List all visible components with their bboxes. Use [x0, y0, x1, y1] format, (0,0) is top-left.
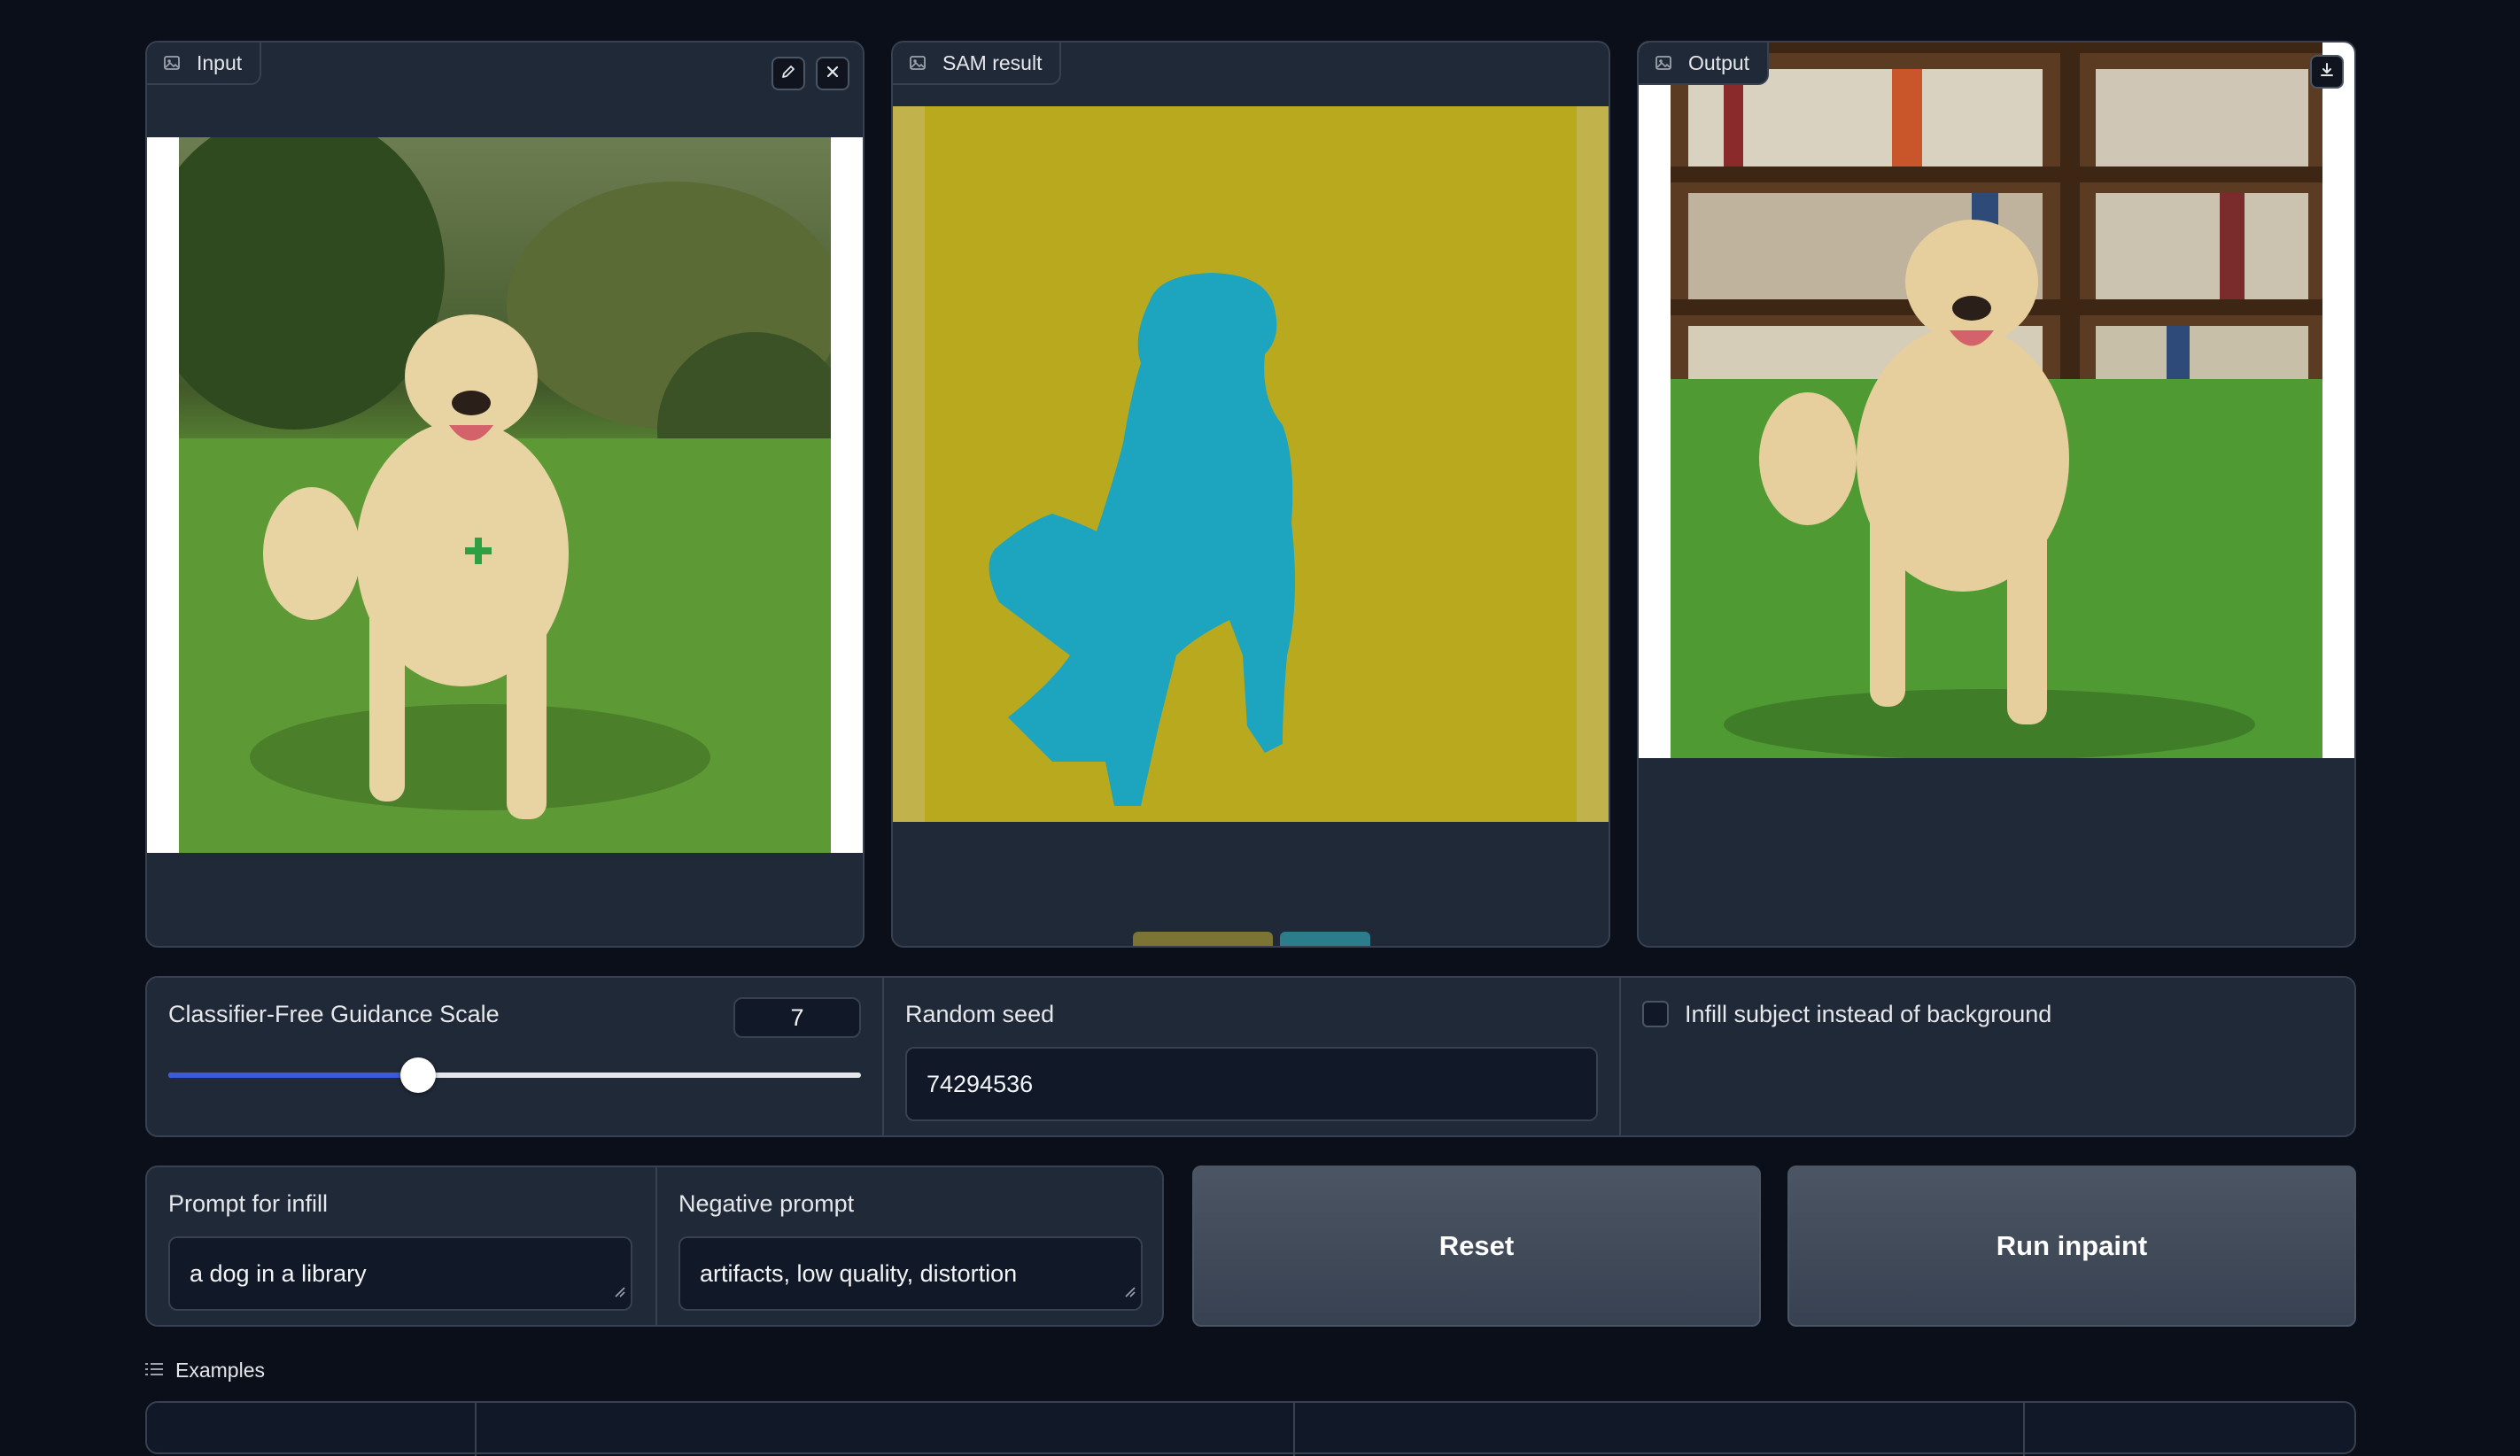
- list-icon: [145, 1359, 165, 1382]
- reset-button[interactable]: Reset: [1192, 1166, 1761, 1327]
- prompt-label: Prompt for infill: [168, 1190, 329, 1217]
- output-label: Output: [1688, 50, 1750, 74]
- resize-handle-icon[interactable]: [1123, 1276, 1136, 1304]
- resize-handle-icon[interactable]: [613, 1276, 625, 1304]
- sam-label: SAM result: [942, 50, 1043, 74]
- output-label-tab: Output: [1639, 43, 1770, 85]
- random-seed-label: Random seed: [905, 1001, 1055, 1027]
- output-image-panel: Output: [1637, 41, 2356, 948]
- infill-subject-checkbox[interactable]: [1642, 1001, 1669, 1027]
- download-icon: [2318, 61, 2336, 83]
- negative-prompt-textarea[interactable]: artifacts, low quality, distortion: [678, 1236, 1143, 1311]
- image-icon: [163, 54, 181, 72]
- divider: [1293, 1403, 1295, 1456]
- plus-icon: [462, 535, 494, 571]
- input-label-tab: Input: [147, 43, 262, 85]
- divider: [2023, 1403, 2025, 1456]
- random-seed-input[interactable]: 74294536: [905, 1047, 1598, 1121]
- subject-mask-label[interactable]: subject: [1280, 932, 1370, 946]
- guidance-scale-number-input[interactable]: 7: [733, 997, 861, 1038]
- guidance-scale-slider[interactable]: [168, 1057, 861, 1093]
- output-image[interactable]: [1639, 43, 2354, 758]
- clear-image-button[interactable]: [816, 57, 849, 90]
- pencil-icon: [779, 63, 797, 85]
- prompt-textarea[interactable]: a dog in a library: [168, 1236, 632, 1311]
- sam-mask-image: [893, 106, 1609, 822]
- image-icon: [909, 54, 927, 72]
- divider: [882, 978, 884, 1135]
- download-button[interactable]: [2310, 55, 2344, 89]
- negative-prompt-value: artifacts, low quality, distortion: [700, 1259, 1018, 1287]
- close-icon: [824, 63, 841, 85]
- sam-label-tab: SAM result: [893, 43, 1062, 85]
- slider-thumb[interactable]: [400, 1057, 436, 1093]
- prompt-value: a dog in a library: [190, 1259, 367, 1287]
- input-label: Input: [197, 50, 243, 74]
- sam-result-panel: SAM result background subject: [891, 41, 1610, 948]
- guidance-scale-label: Classifier-Free Guidance Scale: [168, 1001, 500, 1027]
- settings-row: Classifier-Free Guidance Scale 7 Random …: [145, 976, 2356, 1137]
- negative-prompt-label: Negative prompt: [678, 1190, 855, 1217]
- run-inpaint-button[interactable]: Run inpaint: [1787, 1166, 2356, 1327]
- input-image[interactable]: [147, 137, 863, 853]
- slider-fill: [168, 1073, 418, 1078]
- input-image-panel: Input: [145, 41, 865, 948]
- prompt-group: Prompt for infill a dog in a library Neg…: [145, 1166, 1164, 1327]
- divider: [655, 1167, 657, 1325]
- background-mask-label[interactable]: background: [1133, 932, 1273, 946]
- edit-button[interactable]: [772, 57, 805, 90]
- examples-header[interactable]: Examples: [145, 1359, 265, 1382]
- image-icon: [1655, 54, 1672, 72]
- examples-label: Examples: [175, 1359, 265, 1382]
- divider: [475, 1403, 477, 1456]
- examples-table: [145, 1401, 2356, 1456]
- divider: [1619, 978, 1621, 1135]
- infill-subject-label: Infill subject instead of background: [1685, 1001, 2052, 1027]
